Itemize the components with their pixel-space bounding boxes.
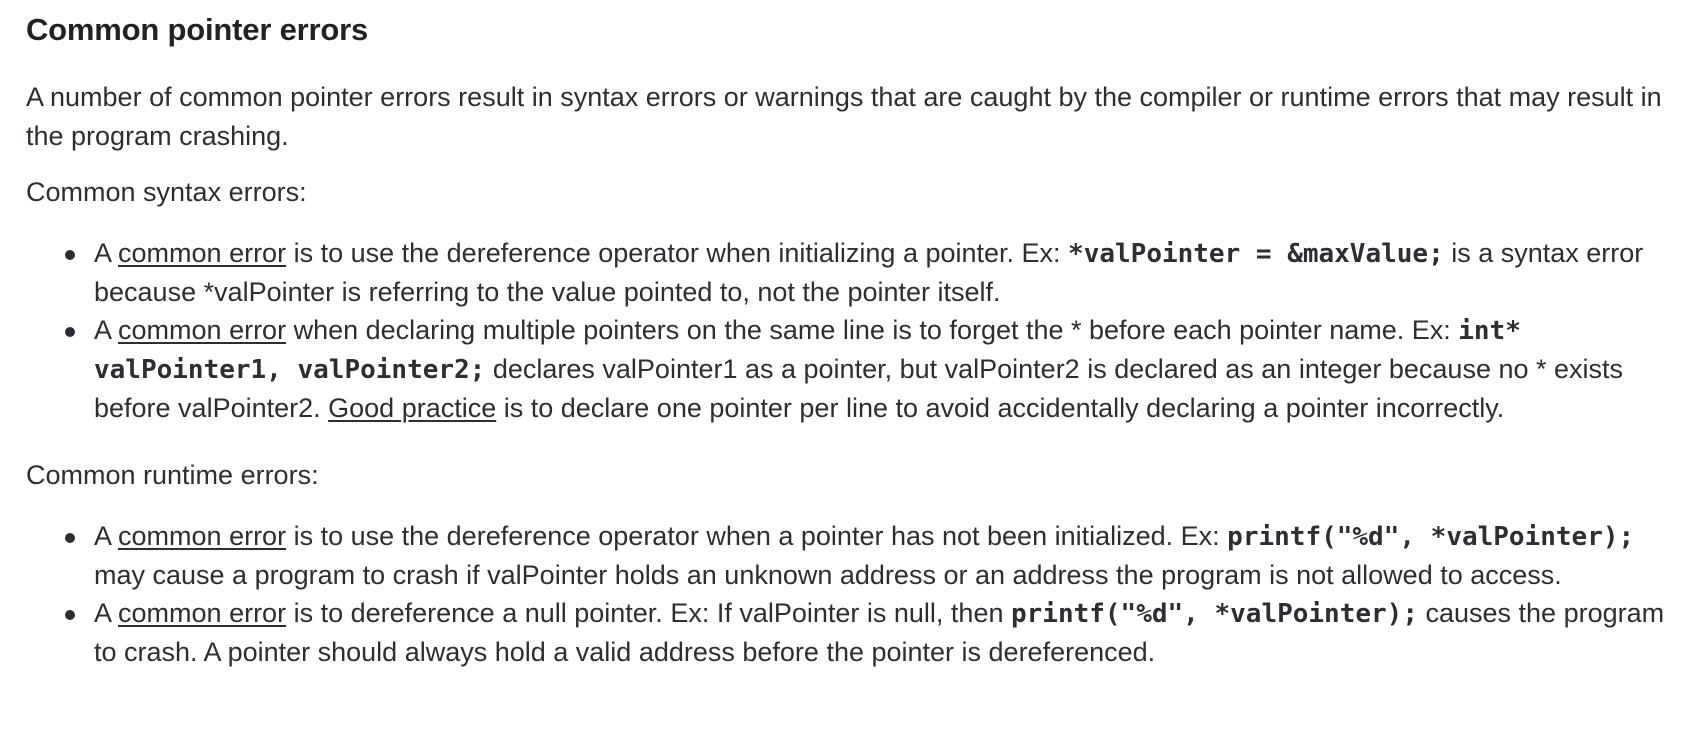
- item-text: may cause a program to crash if valPoint…: [94, 560, 1562, 590]
- item-text: A: [94, 598, 119, 628]
- runtime-errors-list: A common error is to use the dereference…: [26, 517, 1676, 671]
- list-item: A common error is to dereference a null …: [65, 594, 1676, 671]
- term-common-error[interactable]: common error: [118, 315, 286, 345]
- list-item: A common error is to use the dereference…: [65, 517, 1676, 594]
- item-text: is to declare one pointer per line to av…: [496, 393, 1505, 423]
- code-snippet: printf("%d", *valPointer);: [1010, 599, 1418, 629]
- item-text: A: [94, 521, 119, 551]
- term-good-practice[interactable]: Good practice: [328, 393, 496, 423]
- item-text: is to dereference a null pointer. Ex: If…: [286, 598, 1011, 628]
- item-text: is to use the dereference operator when …: [286, 238, 1069, 268]
- syntax-errors-list: A common error is to use the dereference…: [26, 234, 1676, 427]
- item-text: A: [94, 238, 119, 268]
- item-text: A: [94, 315, 119, 345]
- term-common-error[interactable]: common error: [118, 598, 286, 628]
- term-common-error[interactable]: common error: [118, 238, 286, 268]
- list-item: A common error is to use the dereference…: [65, 234, 1676, 311]
- item-text: is to use the dereference operator when …: [286, 521, 1228, 551]
- item-text: when declaring multiple pointers on the …: [286, 315, 1459, 345]
- syntax-errors-lead: Common syntax errors:: [26, 177, 307, 207]
- runtime-errors-lead: Common runtime errors:: [26, 460, 319, 490]
- section-heading: Common pointer errors: [26, 12, 369, 47]
- code-snippet: *valPointer = &maxValue;: [1068, 239, 1444, 269]
- intro-paragraph: A number of common pointer errors result…: [26, 82, 1662, 151]
- code-snippet: printf("%d", *valPointer);: [1227, 522, 1635, 552]
- term-common-error[interactable]: common error: [118, 521, 286, 551]
- list-item: A common error when declaring multiple p…: [65, 311, 1676, 427]
